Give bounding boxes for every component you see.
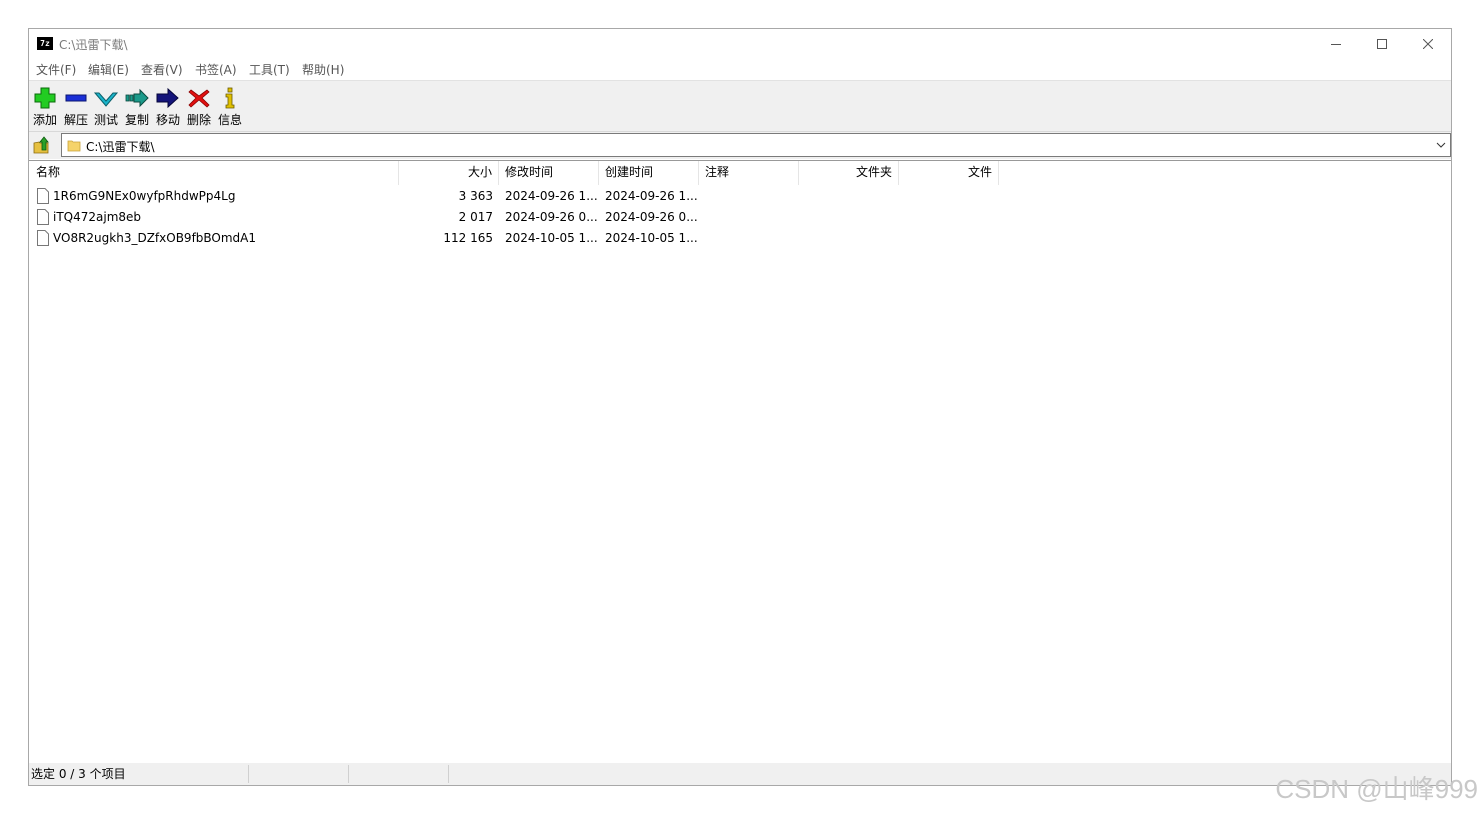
status-bar: 选定 0 / 3 个项目 [29,763,1451,785]
file-row[interactable]: iTQ472ajm8eb 2 017 2024-09-26 0... 2024-… [29,207,1451,228]
file-created: 2024-09-26 0... [605,210,698,224]
copy-button[interactable]: 复制 [122,83,152,129]
info-label: 信息 [217,113,242,127]
copy-arrow-icon [125,88,149,108]
column-header-created[interactable]: 创建时间 [599,161,699,185]
file-modified: 2024-09-26 1... [505,189,598,203]
column-header-comment[interactable]: 注释 [699,161,799,185]
close-button[interactable] [1405,29,1451,59]
file-size: 112 165 [443,231,493,245]
file-row[interactable]: 1R6mG9NEx0wyfpRhdwPp4Lg 3 363 2024-09-26… [29,186,1451,207]
file-name: VO8R2ugkh3_DZfxOB9fbBOmdA1 [53,231,257,245]
maximize-icon [1377,39,1387,49]
menu-tools[interactable]: 工具(T) [247,61,292,78]
watermark: CSDN @山峰999 [1275,774,1478,804]
minus-icon [65,94,87,102]
file-name: iTQ472ajm8eb [53,210,142,224]
delete-button[interactable]: 删除 [184,83,214,129]
file-modified: 2024-10-05 1... [505,231,598,245]
file-icon [37,230,49,246]
menu-edit[interactable]: 编辑(E) [86,61,131,78]
plus-icon [34,87,56,109]
menu-view[interactable]: 查看(V) [139,61,185,78]
folder-icon [67,140,81,152]
file-icon [37,209,49,225]
add-button[interactable]: 添加 [30,83,60,129]
file-row[interactable]: VO8R2ugkh3_DZfxOB9fbBOmdA1 112 165 2024-… [29,228,1451,249]
close-icon [1423,39,1433,49]
file-created: 2024-10-05 1... [605,231,698,245]
column-header-files[interactable]: 文件 [899,161,999,185]
info-button[interactable]: 信息 [215,83,245,129]
status-segment-3 [349,765,449,783]
menu-help[interactable]: 帮助(H) [300,61,346,78]
move-arrow-icon [156,87,179,109]
file-size: 3 363 [458,189,493,203]
app-window: 7z C:\迅雷下载\ 文件(F) 编辑(E) 查看(V) 书签(A) 工具(T… [28,28,1452,786]
status-selection: 选定 0 / 3 个项目 [29,765,249,783]
checkmark-icon [93,92,119,107]
file-size: 2 017 [458,210,493,224]
move-button[interactable]: 移动 [153,83,183,129]
address-path: C:\迅雷下载\ [86,140,155,154]
minimize-icon [1331,44,1341,45]
window-title: C:\迅雷下载\ [59,38,128,52]
file-name: 1R6mG9NEx0wyfpRhdwPp4Lg [53,189,236,203]
folder-up-icon [33,136,49,154]
file-modified: 2024-09-26 0... [505,210,598,224]
column-header-modified[interactable]: 修改时间 [499,161,599,185]
address-input[interactable]: C:\迅雷下载\ [61,133,1451,157]
column-header-size[interactable]: 大小 [399,161,499,185]
test-button[interactable]: 测试 [91,83,121,129]
status-segment-2 [249,765,349,783]
minimize-button[interactable] [1313,29,1359,59]
file-created: 2024-09-26 1... [605,189,698,203]
info-icon [225,87,235,109]
7zip-app-icon: 7z [37,37,53,50]
file-list[interactable]: 名称 大小 修改时间 创建时间 注释 文件夹 文件 1R6mG9NEx0wyfp… [29,160,1451,765]
menu-file[interactable]: 文件(F) [34,61,78,78]
menu-bookmarks[interactable]: 书签(A) [193,61,239,78]
address-bar: C:\迅雷下载\ [29,132,1451,159]
maximize-button[interactable] [1359,29,1405,59]
column-header-folders[interactable]: 文件夹 [799,161,899,185]
column-header-name[interactable]: 名称 [29,161,399,185]
toolbar: 添加 解压 测试 复制 移动 删除 信息 [29,80,1451,132]
up-folder-button[interactable] [31,134,53,156]
menu-bar: 文件(F) 编辑(E) 查看(V) 书签(A) 工具(T) 帮助(H) [29,59,1451,79]
delete-x-icon [188,89,210,108]
file-icon [37,188,49,204]
chevron-down-icon[interactable] [1436,140,1446,150]
title-bar[interactable]: 7z C:\迅雷下载\ [29,29,1451,59]
